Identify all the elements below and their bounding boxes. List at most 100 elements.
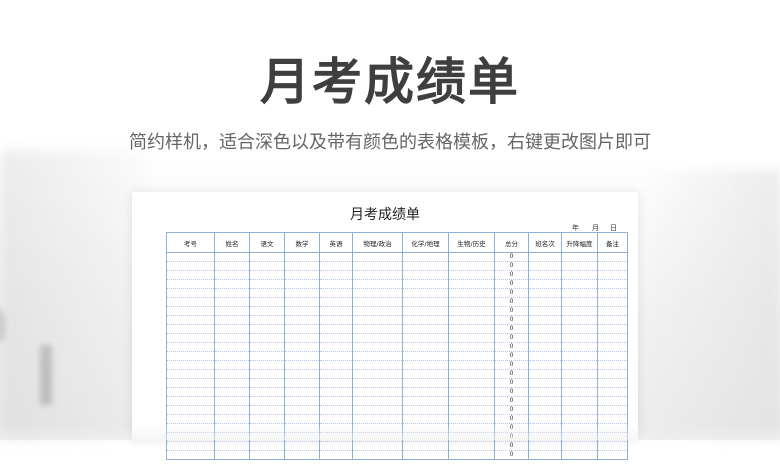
table-cell[interactable] [402,360,449,370]
table-cell[interactable] [352,387,403,397]
table-cell[interactable] [528,360,562,370]
table-cell[interactable] [214,306,250,316]
table-cell[interactable] [561,333,598,343]
table-cell[interactable] [166,450,215,460]
table-cell[interactable] [249,261,285,271]
table-cell[interactable] [352,441,403,451]
table-cell[interactable] [352,252,403,262]
table-cell[interactable] [352,405,403,415]
table-cell[interactable] [166,342,215,352]
table-cell[interactable] [352,261,403,271]
table-cell[interactable] [166,279,215,289]
table-cell[interactable] [597,306,628,316]
table-cell[interactable] [402,279,449,289]
table-cell[interactable] [448,369,495,379]
total-score-cell[interactable]: 0 [494,342,529,352]
table-cell[interactable] [402,450,449,460]
table-cell[interactable] [214,270,250,280]
table-cell[interactable] [166,297,215,307]
table-cell[interactable] [597,351,628,361]
table-cell[interactable] [561,342,598,352]
table-cell[interactable] [166,360,215,370]
table-cell[interactable] [448,378,495,388]
table-cell[interactable] [166,396,215,406]
table-cell[interactable] [249,441,285,451]
table-cell[interactable] [561,306,598,316]
total-score-cell[interactable]: 0 [494,270,529,280]
table-cell[interactable] [561,351,598,361]
total-score-cell[interactable]: 0 [494,387,529,397]
table-cell[interactable] [319,405,353,415]
table-cell[interactable] [528,450,562,460]
table-cell[interactable] [597,396,628,406]
table-cell[interactable] [166,441,215,451]
table-cell[interactable] [402,405,449,415]
table-cell[interactable] [214,441,250,451]
table-cell[interactable] [597,360,628,370]
table-cell[interactable] [352,297,403,307]
table-cell[interactable] [402,342,449,352]
table-cell[interactable] [249,405,285,415]
table-cell[interactable] [319,396,353,406]
total-score-cell[interactable]: 0 [494,333,529,343]
table-cell[interactable] [528,306,562,316]
table-cell[interactable] [214,378,250,388]
table-cell[interactable] [284,360,320,370]
table-cell[interactable] [214,396,250,406]
table-cell[interactable] [319,252,353,262]
table-cell[interactable] [402,351,449,361]
table-cell[interactable] [166,369,215,379]
table-cell[interactable] [284,342,320,352]
table-cell[interactable] [402,306,449,316]
table-cell[interactable] [402,297,449,307]
table-cell[interactable] [214,450,250,460]
table-cell[interactable] [214,387,250,397]
table-cell[interactable] [561,261,598,271]
table-cell[interactable] [597,342,628,352]
table-cell[interactable] [597,279,628,289]
table-cell[interactable] [402,441,449,451]
table-cell[interactable] [319,351,353,361]
table-cell[interactable] [284,288,320,298]
table-cell[interactable] [561,324,598,334]
table-cell[interactable] [166,324,215,334]
table-cell[interactable] [561,279,598,289]
table-cell[interactable] [448,261,495,271]
table-cell[interactable] [448,324,495,334]
table-cell[interactable] [402,270,449,280]
table-cell[interactable] [214,333,250,343]
table-cell[interactable] [402,315,449,325]
table-cell[interactable] [528,270,562,280]
table-cell[interactable] [597,378,628,388]
table-cell[interactable] [284,297,320,307]
table-cell[interactable] [166,414,215,424]
table-cell[interactable] [352,369,403,379]
table-cell[interactable] [561,297,598,307]
table-cell[interactable] [249,333,285,343]
table-cell[interactable] [597,288,628,298]
table-cell[interactable] [528,252,562,262]
table-cell[interactable] [319,342,353,352]
table-cell[interactable] [284,441,320,451]
table-cell[interactable] [284,369,320,379]
table-cell[interactable] [448,279,495,289]
table-cell[interactable] [249,270,285,280]
total-score-cell[interactable]: 0 [494,360,529,370]
table-cell[interactable] [597,324,628,334]
total-score-cell[interactable]: 0 [494,414,529,424]
table-cell[interactable] [597,387,628,397]
table-cell[interactable] [319,297,353,307]
table-cell[interactable] [319,387,353,397]
table-cell[interactable] [319,306,353,316]
table-cell[interactable] [448,405,495,415]
table-cell[interactable] [561,441,598,451]
table-cell[interactable] [249,378,285,388]
table-cell[interactable] [214,369,250,379]
table-cell[interactable] [166,306,215,316]
table-cell[interactable] [561,450,598,460]
table-cell[interactable] [319,270,353,280]
table-cell[interactable] [166,387,215,397]
table-cell[interactable] [352,342,403,352]
table-cell[interactable] [448,288,495,298]
table-cell[interactable] [284,270,320,280]
